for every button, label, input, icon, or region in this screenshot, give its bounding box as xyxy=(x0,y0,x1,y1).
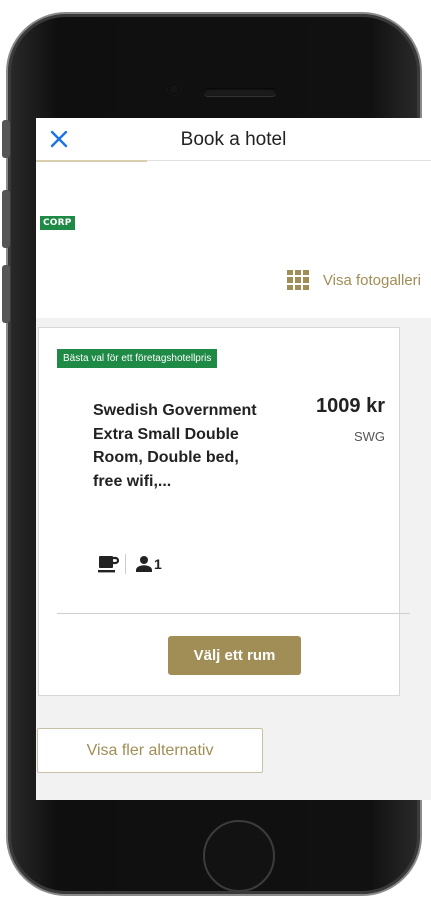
room-price: 1009 kr xyxy=(316,395,385,417)
amenities-row: 1 xyxy=(97,553,162,575)
card-divider xyxy=(57,613,410,614)
home-button[interactable] xyxy=(203,820,275,892)
show-more-options-button[interactable]: Visa fler alternativ xyxy=(37,728,263,773)
corp-badge: CORP xyxy=(40,216,75,230)
gallery-label: Visa fotogalleri xyxy=(322,271,421,289)
amenity-divider xyxy=(125,554,126,574)
person-icon xyxy=(136,556,152,572)
guest-count: 1 xyxy=(154,556,162,572)
top-bar: Book a hotel xyxy=(36,118,431,161)
photo-gallery-link[interactable]: Visa fotogalleri xyxy=(286,270,421,290)
page-title: Book a hotel xyxy=(180,129,287,150)
volume-up-button xyxy=(2,190,10,248)
mute-switch xyxy=(2,120,10,158)
speaker-grille xyxy=(204,88,276,96)
camera-lens xyxy=(168,83,180,95)
best-choice-badge: Bästa val för ett företagshotellpris xyxy=(57,349,218,368)
coffee-cup-icon xyxy=(98,556,119,573)
select-room-button[interactable]: Välj ett rum xyxy=(168,636,301,675)
room-name: Swedish Government Extra Small Double Ro… xyxy=(93,402,257,490)
volume-down-button xyxy=(2,265,10,323)
app-screen: Book a hotel CORP Visa fotogalleri Bästa… xyxy=(36,118,431,800)
grid-icon xyxy=(286,270,309,290)
room-offer-card: Bästa val för ett företagshotellpris Swe… xyxy=(38,327,410,696)
tab-indicator xyxy=(36,160,147,162)
rate-code: SWG xyxy=(353,429,385,444)
